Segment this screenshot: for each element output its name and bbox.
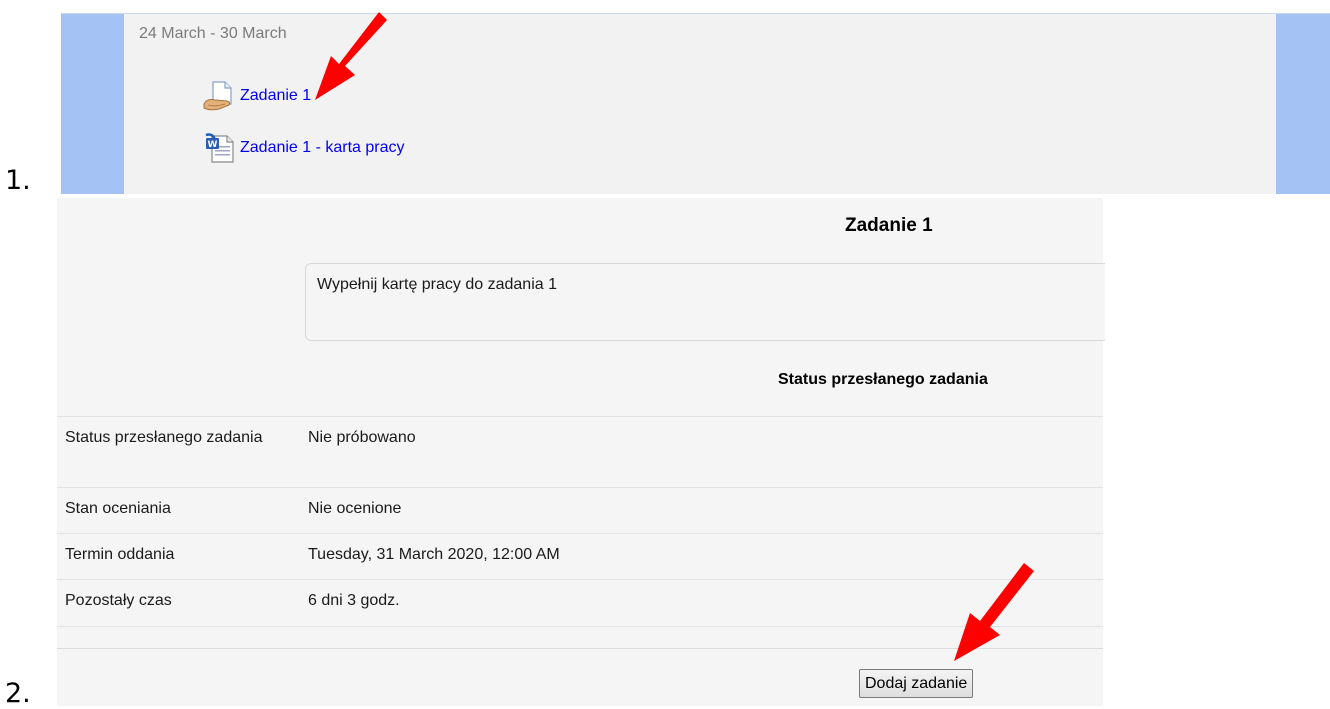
description-text: Wypełnij kartę pracy do zadania 1 [317,276,557,293]
svg-text:W: W [208,140,218,150]
time-remaining-label: Pozostały czas [65,592,172,609]
activity-assignment[interactable]: Zadanie 1 [203,80,311,112]
submission-status-heading: Status przesłanego zadania [778,371,988,388]
add-submission-button[interactable]: Dodaj zadanie [859,669,974,698]
grading-status-value: Nie ocenione [308,500,402,517]
worksheet-link[interactable]: Zadanie 1 - karta pracy [240,139,405,157]
week-title: 24 March - 30 March [139,25,287,42]
grading-status-label: Stan oceniania [65,500,171,517]
red-arrow-icon [954,563,1034,661]
activity-worksheet[interactable]: W Zadanie 1 - karta pracy [203,132,405,164]
assignment-icon [203,80,236,112]
word-document-icon: W [203,132,236,164]
status-label: Status przesłanego zadania [65,429,263,446]
course-section-content: 24 March - 30 March Zadanie 1 W Zadanie … [124,14,1276,194]
assignment-page: Zadanie 1 Wypełnij kartę pracy do zadani… [57,198,1105,706]
red-arrow-icon [315,12,387,100]
status-value: Nie próbowano [308,429,416,446]
table-row: Status przesłanego zadania Nie próbowano [57,416,1103,488]
assignment-description: Wypełnij kartę pracy do zadania 1 [305,263,1105,341]
submission-status-table: Status przesłanego zadania Nie próbowano… [57,416,1103,627]
assignment-title: Zadanie 1 [845,215,933,236]
table-row: Pozostały czas 6 dni 3 godz. [57,579,1103,627]
course-section-panel: 24 March - 30 March Zadanie 1 W Zadanie … [61,13,1330,194]
divider [57,648,1103,649]
step-number-2: 2. [5,678,31,709]
assignment-link[interactable]: Zadanie 1 [240,87,311,105]
due-date-label: Termin oddania [65,546,175,563]
table-row: Termin oddania Tuesday, 31 March 2020, 1… [57,533,1103,580]
table-row: Stan oceniania Nie ocenione [57,487,1103,534]
step-number-1: 1. [5,165,31,196]
